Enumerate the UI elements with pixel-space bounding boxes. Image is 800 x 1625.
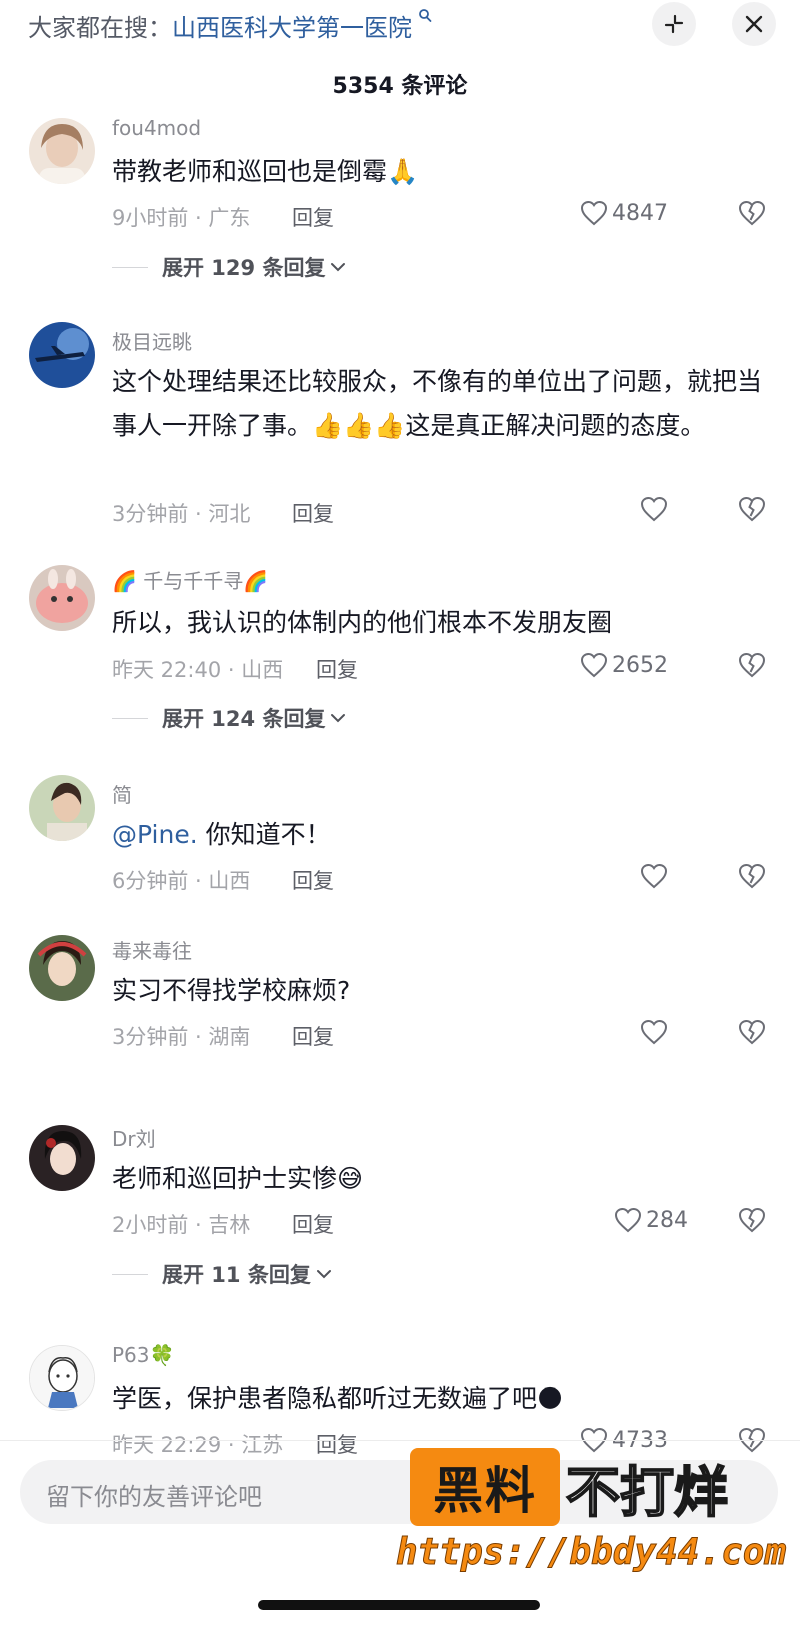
username[interactable]: Dr刘 <box>112 1123 156 1152</box>
heart-icon <box>640 496 668 522</box>
broken-heart-icon <box>738 1207 766 1233</box>
heart-icon <box>640 863 668 889</box>
dislike-button[interactable] <box>738 1019 766 1049</box>
like-count: 2652 <box>612 652 668 678</box>
close-button[interactable] <box>732 2 776 46</box>
like-button[interactable]: 4847 <box>580 200 668 226</box>
username[interactable]: 毒来毒往 <box>112 935 192 964</box>
comment-meta: 3分钟前 · 河北 <box>112 502 251 526</box>
reply-button[interactable]: 回复 <box>292 1209 334 1239</box>
top-bar: 大家都在搜：山西医科大学第一医院 <box>0 0 800 46</box>
dislike-button[interactable] <box>738 1207 766 1237</box>
comment-meta: 2小时前 · 吉林 <box>112 1213 251 1237</box>
avatar[interactable] <box>29 565 95 631</box>
avatar[interactable] <box>29 775 95 841</box>
broken-heart-icon <box>738 863 766 889</box>
bottom-divider <box>0 1440 800 1441</box>
comment-text-body: 你知道不！ <box>197 820 331 849</box>
broken-heart-icon <box>738 1019 766 1045</box>
comment-text: 带教老师和巡回也是倒霉🙏 <box>112 157 419 186</box>
comment-text: 学医，保护患者隐私都听过无数遍了吧🌑 <box>112 1384 564 1413</box>
comment-meta: 3分钟前 · 湖南 <box>112 1025 251 1049</box>
username[interactable]: 极目远眺 <box>112 326 192 355</box>
search-keyword-link[interactable]: 山西医科大学第一医院 <box>172 14 412 42</box>
divider <box>112 1273 148 1275</box>
chevron-down-icon <box>331 714 346 723</box>
broken-heart-icon <box>738 496 766 522</box>
avatar[interactable] <box>29 322 95 388</box>
home-indicator[interactable] <box>258 1600 540 1610</box>
broken-heart-icon <box>738 200 766 226</box>
chevron-down-icon <box>331 263 346 272</box>
comment-meta: 9小时前 · 广东 <box>112 206 251 230</box>
heart-icon <box>640 1019 668 1045</box>
like-button[interactable] <box>640 863 672 889</box>
heart-icon <box>614 1207 642 1233</box>
reply-button[interactable]: 回复 <box>292 202 334 232</box>
avatar[interactable] <box>29 118 95 184</box>
reply-button[interactable]: 回复 <box>292 865 334 895</box>
mention-link[interactable]: @Pine. <box>112 820 198 849</box>
comment-meta: 6分钟前 · 山西 <box>112 869 251 893</box>
heart-icon <box>580 652 608 678</box>
expand-replies-button[interactable]: 展开 129 条回复 <box>112 252 347 282</box>
collapse-icon <box>664 14 684 34</box>
comment-text: 实习不得找学校麻烦? <box>112 976 351 1005</box>
heart-icon <box>580 200 608 226</box>
divider <box>112 717 148 719</box>
comment-count-title: 5354 条评论 <box>332 74 468 99</box>
dislike-button[interactable] <box>738 496 766 526</box>
avatar[interactable] <box>29 935 95 1001</box>
close-icon <box>745 15 763 33</box>
like-button[interactable]: 2652 <box>580 652 668 678</box>
reply-button[interactable]: 回复 <box>316 654 358 684</box>
dislike-button[interactable] <box>738 1427 766 1457</box>
reply-button[interactable]: 回复 <box>316 1429 358 1459</box>
reply-button[interactable]: 回复 <box>292 1021 334 1051</box>
like-button[interactable]: 284 <box>614 1207 688 1233</box>
watermark-logo: 黑料 <box>410 1448 560 1526</box>
divider <box>112 266 148 268</box>
expand-label: 展开 11 条回复 <box>162 1263 311 1287</box>
expand-replies-button[interactable]: 展开 124 条回复 <box>112 703 347 733</box>
like-count: 284 <box>646 1207 688 1233</box>
expand-label: 展开 124 条回复 <box>162 707 326 731</box>
expand-replies-button[interactable]: 展开 11 条回复 <box>112 1259 333 1289</box>
comment-text: 这个处理结果还比较服众，不像有的单位出了问题，就把当事人一开除了事。👍👍👍这是真… <box>112 367 763 440</box>
username[interactable]: fou4mod <box>112 116 201 140</box>
avatar[interactable] <box>29 1125 95 1191</box>
reply-button[interactable]: 回复 <box>292 498 334 528</box>
like-button[interactable] <box>640 496 672 522</box>
expand-label: 展开 129 条回复 <box>162 256 326 280</box>
username[interactable]: 🌈 千与千千寻🌈 <box>112 565 268 594</box>
username[interactable]: 简 <box>112 779 132 808</box>
avatar[interactable] <box>29 1345 95 1411</box>
comment-text: @Pine. 你知道不！ <box>112 813 762 857</box>
chevron-down-icon <box>316 1270 331 1279</box>
broken-heart-icon <box>738 652 766 678</box>
dislike-button[interactable] <box>738 863 766 893</box>
like-count: 4847 <box>612 200 668 226</box>
comment-meta: 昨天 22:29 · 江苏 <box>112 1433 284 1457</box>
comment-text: 老师和巡回护士实惨😅 <box>112 1164 364 1193</box>
comment-input-placeholder: 留下你的友善评论吧 <box>46 1483 262 1511</box>
dislike-button[interactable] <box>738 652 766 682</box>
watermark-text: 不打烊 <box>565 1460 729 1525</box>
comment-text: 所以，我认识的体制内的他们根本不发朋友圈 <box>112 608 613 637</box>
search-prefix: 大家都在搜： <box>28 14 172 42</box>
comment-meta: 昨天 22:40 · 山西 <box>112 658 284 682</box>
search-icon <box>414 9 432 28</box>
like-button[interactable] <box>640 1019 672 1045</box>
watermark-url: https://bbdy44.com <box>395 1532 787 1574</box>
collapse-button[interactable] <box>652 2 696 46</box>
dislike-button[interactable] <box>738 200 766 230</box>
username[interactable]: P63🍀 <box>112 1343 174 1367</box>
search-suggestion[interactable]: 大家都在搜：山西医科大学第一医院 <box>28 8 432 43</box>
